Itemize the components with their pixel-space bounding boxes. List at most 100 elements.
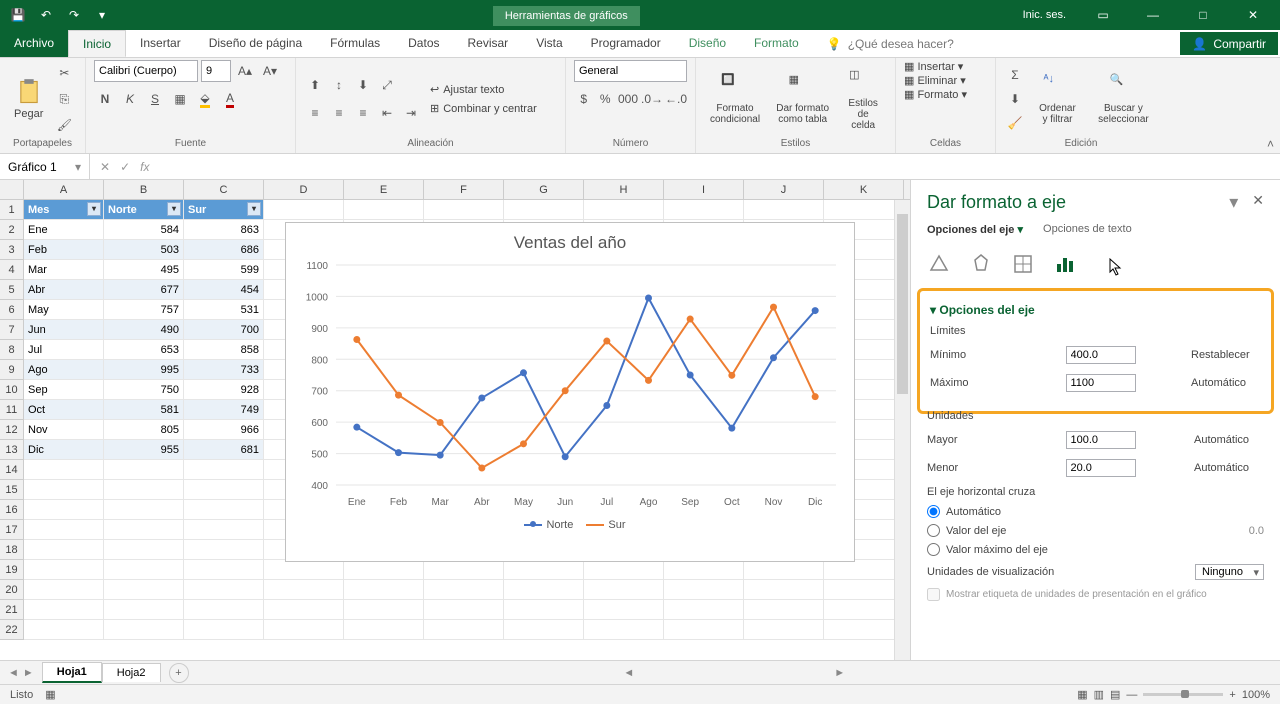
cell[interactable] bbox=[424, 560, 504, 580]
italic-button[interactable]: K bbox=[119, 88, 141, 110]
cell[interactable]: May bbox=[24, 300, 104, 320]
cell[interactable]: 599 bbox=[184, 260, 264, 280]
tab-formulas[interactable]: Fórmulas bbox=[316, 30, 394, 57]
cell[interactable] bbox=[24, 620, 104, 640]
align-middle-icon[interactable]: ↕ bbox=[328, 74, 350, 96]
enter-formula-icon[interactable]: ✓ bbox=[120, 160, 130, 174]
cell[interactable] bbox=[184, 620, 264, 640]
cell[interactable] bbox=[584, 600, 664, 620]
currency-icon[interactable]: $ bbox=[574, 88, 594, 110]
section-axis-options[interactable]: ▾ Opciones del eje bbox=[930, 299, 1261, 321]
chart-legend[interactable]: .leg-sw:nth-of-type(1)::after{background… bbox=[286, 515, 854, 535]
cell[interactable] bbox=[744, 620, 824, 640]
cell[interactable] bbox=[584, 620, 664, 640]
cell[interactable] bbox=[344, 600, 424, 620]
worksheet-grid[interactable]: ABCDEFGHIJK 1Mes▾Norte▾Sur▾2Ene5848633Fe… bbox=[0, 180, 910, 660]
share-button[interactable]: 👤 Compartir bbox=[1180, 32, 1278, 55]
cell[interactable] bbox=[824, 600, 904, 620]
tab-review[interactable]: Revisar bbox=[454, 30, 523, 57]
cell[interactable]: 955 bbox=[104, 440, 184, 460]
cell[interactable] bbox=[264, 560, 344, 580]
align-center-icon[interactable]: ≡ bbox=[328, 102, 350, 124]
cell[interactable] bbox=[24, 480, 104, 500]
cell[interactable]: Norte▾ bbox=[104, 200, 184, 220]
chart-plot-area[interactable]: 40050060070080090010001100EneFebMarAbrMa… bbox=[286, 255, 856, 515]
cell[interactable]: Mes▾ bbox=[24, 200, 104, 220]
cell[interactable] bbox=[264, 600, 344, 620]
pane-close-button[interactable]: ✕ bbox=[1252, 192, 1264, 213]
sheet-nav-next-icon[interactable]: ► bbox=[23, 667, 34, 679]
fill-color-button[interactable]: ⬙ bbox=[194, 88, 216, 110]
cell[interactable]: 653 bbox=[104, 340, 184, 360]
column-header[interactable]: H bbox=[584, 180, 664, 199]
column-header[interactable]: A bbox=[24, 180, 104, 199]
row-header[interactable]: 3 bbox=[0, 240, 24, 260]
merge-center-button[interactable]: ⊞Combinar y centrar bbox=[430, 102, 537, 115]
cell[interactable] bbox=[344, 560, 424, 580]
cross-auto-radio[interactable] bbox=[927, 505, 940, 518]
cross-max-radio[interactable] bbox=[927, 543, 940, 556]
cell[interactable] bbox=[184, 500, 264, 520]
maximize-button[interactable]: □ bbox=[1180, 0, 1226, 30]
row-header[interactable]: 7 bbox=[0, 320, 24, 340]
pane-tab-text-options[interactable]: Opciones de texto bbox=[1043, 223, 1132, 236]
align-left-icon[interactable]: ≡ bbox=[304, 102, 326, 124]
tab-home[interactable]: Inicio bbox=[68, 30, 126, 57]
row-header[interactable]: 6 bbox=[0, 300, 24, 320]
tab-view[interactable]: Vista bbox=[522, 30, 576, 57]
tab-developer[interactable]: Programador bbox=[577, 30, 675, 57]
fx-icon[interactable]: fx bbox=[140, 160, 149, 174]
cell[interactable] bbox=[824, 200, 904, 220]
row-header[interactable]: 1 bbox=[0, 200, 24, 220]
row-header[interactable]: 16 bbox=[0, 500, 24, 520]
row-header[interactable]: 8 bbox=[0, 340, 24, 360]
cell[interactable] bbox=[24, 600, 104, 620]
qat-customize-icon[interactable]: ▾ bbox=[94, 7, 110, 23]
cell[interactable] bbox=[824, 580, 904, 600]
cell[interactable] bbox=[184, 560, 264, 580]
pane-tab-axis-options[interactable]: Opciones del eje ▾ bbox=[927, 223, 1023, 236]
cell[interactable]: 995 bbox=[104, 360, 184, 380]
cell[interactable] bbox=[744, 580, 824, 600]
axis-options-icon[interactable] bbox=[1053, 252, 1077, 276]
copy-icon[interactable]: ⎘ bbox=[53, 88, 75, 110]
cell[interactable] bbox=[104, 620, 184, 640]
sheet-tab-1[interactable]: Hoja1 bbox=[42, 662, 102, 683]
axis-major-input[interactable] bbox=[1066, 431, 1136, 449]
format-as-table-button[interactable]: ▦Dar formato como tabla bbox=[770, 71, 835, 127]
cell[interactable] bbox=[184, 520, 264, 540]
cell[interactable] bbox=[424, 200, 504, 220]
cell[interactable] bbox=[104, 560, 184, 580]
cell[interactable] bbox=[104, 520, 184, 540]
cell[interactable] bbox=[104, 500, 184, 520]
bold-button[interactable]: N bbox=[94, 88, 116, 110]
cell[interactable]: 490 bbox=[104, 320, 184, 340]
cell[interactable] bbox=[504, 560, 584, 580]
cell[interactable] bbox=[24, 540, 104, 560]
cell[interactable]: Abr bbox=[24, 280, 104, 300]
percent-icon[interactable]: % bbox=[596, 88, 616, 110]
cell[interactable]: 531 bbox=[184, 300, 264, 320]
row-header[interactable]: 2 bbox=[0, 220, 24, 240]
row-header[interactable]: 21 bbox=[0, 600, 24, 620]
row-header[interactable]: 19 bbox=[0, 560, 24, 580]
cell[interactable] bbox=[184, 540, 264, 560]
add-sheet-button[interactable]: + bbox=[169, 663, 189, 683]
border-button[interactable]: ▦ bbox=[169, 88, 191, 110]
undo-icon[interactable]: ↶ bbox=[38, 7, 54, 23]
column-header[interactable]: D bbox=[264, 180, 344, 199]
dec-decimal-icon[interactable]: ←.0 bbox=[665, 88, 687, 110]
cell[interactable] bbox=[504, 580, 584, 600]
cell[interactable]: 733 bbox=[184, 360, 264, 380]
select-all-button[interactable] bbox=[0, 180, 24, 199]
align-top-icon[interactable]: ⬆ bbox=[304, 74, 326, 96]
column-header[interactable]: B bbox=[104, 180, 184, 199]
column-header[interactable]: C bbox=[184, 180, 264, 199]
row-header[interactable]: 18 bbox=[0, 540, 24, 560]
row-header[interactable]: 14 bbox=[0, 460, 24, 480]
cell[interactable]: 805 bbox=[104, 420, 184, 440]
number-format-combo[interactable] bbox=[574, 60, 687, 82]
axis-min-reset-button[interactable]: Restablecer bbox=[1191, 349, 1261, 361]
cell[interactable]: 966 bbox=[184, 420, 264, 440]
cell[interactable] bbox=[184, 600, 264, 620]
